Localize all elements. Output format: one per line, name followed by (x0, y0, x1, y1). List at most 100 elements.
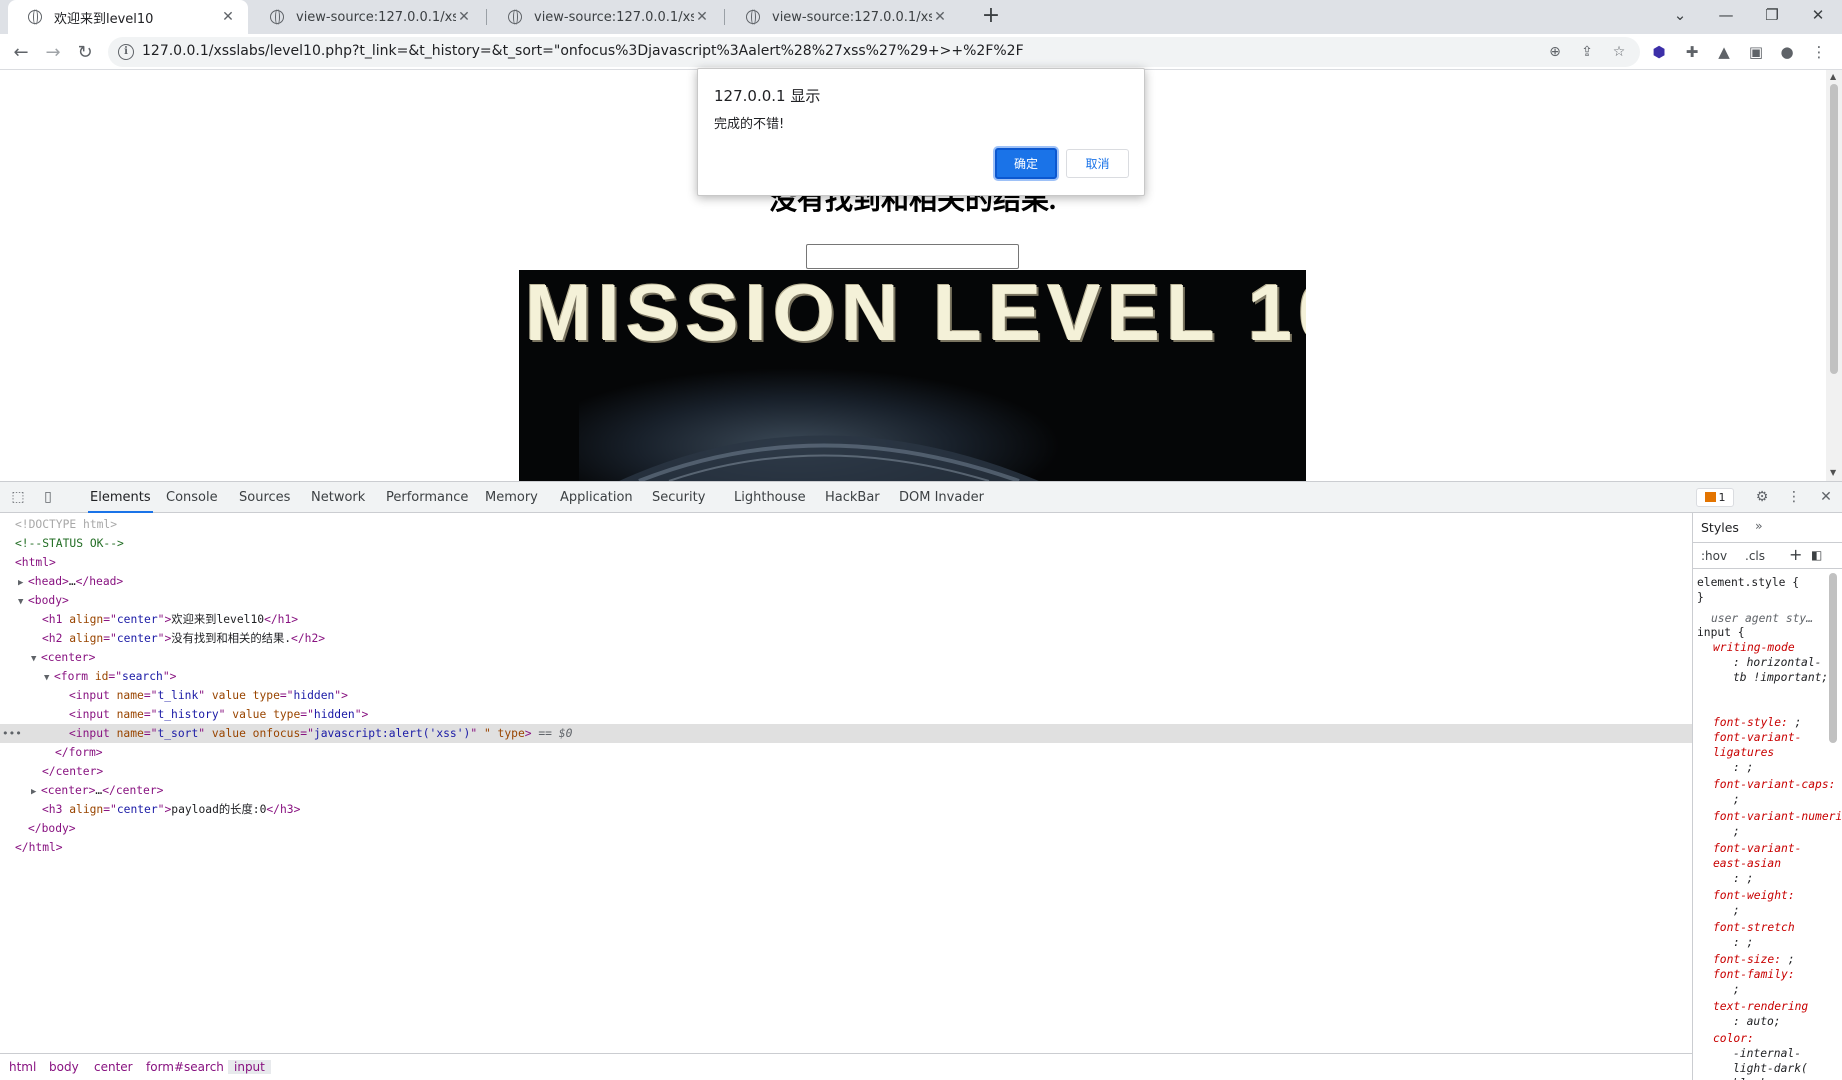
page-scrollbar[interactable]: ▲ ▼ (1826, 70, 1842, 481)
style-prop-value[interactable]: ; (1733, 982, 1740, 997)
search-input[interactable] (806, 244, 1019, 269)
styles-tab[interactable]: Styles (1701, 520, 1739, 535)
scroll-up-arrow-icon[interactable]: ▲ (1830, 72, 1836, 81)
close-tab-icon[interactable]: ✕ (694, 9, 710, 25)
dom-node-html-close[interactable]: </html> (0, 838, 1692, 857)
dom-node-input-t-sort[interactable]: ••• <input name="t_sort" value onfocus="j… (0, 724, 1692, 743)
style-prop-value[interactable]: : ; (1733, 871, 1753, 886)
browser-tab-view-source-1[interactable]: view-source:127.0.0.1/xsslabs/ ✕ (250, 0, 484, 34)
style-prop-name[interactable]: font-size: ; (1713, 952, 1795, 967)
browser-tab-view-source-2[interactable]: view-source:127.0.0.1/xsslabs/ ✕ (488, 0, 722, 34)
dom-node-comment[interactable]: <!--STATUS OK--> (0, 534, 1692, 553)
styles-scrollbar[interactable] (1827, 573, 1839, 1073)
new-tab-plus-icon[interactable]: + (978, 4, 1004, 30)
add-rule-plus-icon[interactable]: + (1789, 545, 1802, 564)
tab-sources[interactable]: Sources (239, 482, 290, 513)
style-prop-name[interactable]: font-style: ; (1713, 715, 1801, 730)
restore-icon[interactable]: ❐ (1749, 0, 1795, 30)
breadcrumb-html[interactable]: html (9, 1060, 36, 1074)
browser-tab-view-source-3[interactable]: view-source:127.0.0.1/xsslabs/ ✕ (726, 0, 960, 34)
dialog-ok-button[interactable]: 确定 (995, 148, 1057, 179)
inspect-element-icon[interactable]: ⬚ (9, 488, 27, 506)
settings-gear-icon[interactable]: ⚙ (1753, 488, 1771, 506)
dom-node-h2[interactable]: <h2 align="center">没有找到和相关的结果.</h2> (0, 629, 1692, 648)
hover-state-toggle[interactable]: :hov (1701, 549, 1727, 563)
toggle-sidebar-icon[interactable]: ◧ (1811, 548, 1822, 562)
dom-node-h3[interactable]: <h3 align="center">payload的长度:0</h3> (0, 800, 1692, 819)
reload-icon[interactable]: ↻ (72, 39, 98, 65)
tab-performance[interactable]: Performance (386, 482, 468, 513)
browser-tab-level10[interactable]: 欢迎来到level10 ✕ (8, 0, 248, 34)
window-close-icon[interactable]: ✕ (1795, 0, 1841, 30)
style-prop-value[interactable]: -internal-light-dark( black, (1733, 1046, 1829, 1080)
extensions-puzzle-icon[interactable]: ✚ (1682, 42, 1702, 62)
style-prop-value[interactable]: ; (1733, 824, 1740, 839)
style-prop-value[interactable]: : ; (1733, 760, 1753, 775)
tab-hackbar[interactable]: HackBar (825, 482, 880, 513)
style-prop-value[interactable]: : ; (1733, 935, 1753, 950)
site-info-icon[interactable]: i (118, 44, 134, 60)
more-dots-icon[interactable]: ••• (2, 724, 22, 743)
tab-dom-invader[interactable]: DOM Invader (899, 482, 984, 513)
dom-node-form[interactable]: ▼ <form id="search"> (0, 667, 1692, 686)
devtools-menu-icon[interactable]: ⋮ (1785, 488, 1803, 506)
dom-node-center-2[interactable]: ▶ <center>…</center> (0, 781, 1692, 800)
extension-hexagon-icon[interactable]: ⬢ (1649, 42, 1669, 62)
breadcrumb-center[interactable]: center (94, 1060, 133, 1074)
side-panel-icon[interactable]: ▣ (1746, 42, 1766, 62)
breadcrumb-input[interactable]: input (228, 1060, 271, 1074)
tab-security[interactable]: Security (652, 482, 705, 513)
dom-node-doctype[interactable]: <!DOCTYPE html> (0, 515, 1692, 534)
tab-lighthouse[interactable]: Lighthouse (734, 482, 806, 513)
forward-arrow-icon[interactable]: → (40, 39, 66, 65)
style-prop-value[interactable]: ; (1733, 792, 1740, 807)
scroll-down-arrow-icon[interactable]: ▼ (1830, 468, 1836, 477)
style-prop-name[interactable]: font-variant-east-asian (1713, 841, 1833, 871)
issues-counter[interactable]: 1 (1696, 488, 1734, 507)
style-prop-name[interactable]: font-variant-ligatures (1713, 730, 1833, 760)
tab-application[interactable]: Application (560, 482, 633, 513)
close-tab-icon[interactable]: ✕ (932, 9, 948, 25)
scroll-thumb[interactable] (1829, 573, 1837, 743)
class-toggle[interactable]: .cls (1745, 549, 1765, 563)
breadcrumb-body[interactable]: body (49, 1060, 79, 1074)
style-prop-name[interactable]: writing-mode (1713, 640, 1795, 655)
device-toolbar-icon[interactable]: ▯ (39, 488, 57, 506)
tab-elements[interactable]: Elements (88, 482, 153, 513)
close-tab-icon[interactable]: ✕ (220, 9, 236, 25)
dom-node-body-close[interactable]: </body> (0, 819, 1692, 838)
style-prop-name[interactable]: font-weight: (1713, 888, 1795, 903)
tab-network[interactable]: Network (311, 482, 365, 513)
devtools-close-icon[interactable]: ✕ (1817, 488, 1835, 506)
minimize-icon[interactable]: — (1703, 0, 1749, 30)
profile-avatar-icon[interactable]: ● (1777, 42, 1797, 62)
dom-node-body[interactable]: ▼ <body> (0, 591, 1692, 610)
tab-memory[interactable]: Memory (485, 482, 538, 513)
dom-node-html[interactable]: <html> (0, 553, 1692, 572)
tab-search-chevron-icon[interactable]: ⌄ (1657, 0, 1703, 30)
address-bar[interactable]: i 127.0.0.1/xsslabs/level10.php?t_link=&… (108, 37, 1640, 67)
style-prop-value[interactable]: : auto; (1733, 1014, 1781, 1029)
chrome-menu-icon[interactable]: ⋮ (1809, 42, 1829, 62)
url-text[interactable]: 127.0.0.1/xsslabs/level10.php?t_link=&t_… (142, 43, 1024, 59)
style-prop-value[interactable]: : horizontal-tb !important; (1733, 655, 1829, 685)
style-prop-name[interactable]: font-variant-numeric: (1713, 809, 1842, 824)
tab-console[interactable]: Console (166, 482, 218, 513)
element-style-selector[interactable]: element.style { (1697, 575, 1799, 590)
dom-node-input-t-link[interactable]: <input name="t_link" value type="hidden"… (0, 686, 1692, 705)
style-prop-name[interactable]: font-family: (1713, 967, 1795, 982)
input-rule-selector[interactable]: input { (1697, 625, 1745, 640)
dialog-cancel-button[interactable]: 取消 (1066, 149, 1129, 178)
close-tab-icon[interactable]: ✕ (456, 9, 472, 25)
dom-node-center-close[interactable]: </center> (0, 762, 1692, 781)
back-arrow-icon[interactable]: ← (8, 39, 34, 65)
style-prop-value[interactable]: ; (1733, 903, 1740, 918)
dom-node-form-close[interactable]: </form> (0, 743, 1692, 762)
dom-node-h1[interactable]: <h1 align="center">欢迎来到level10</h1> (0, 610, 1692, 629)
bookmark-star-icon[interactable]: ☆ (1610, 44, 1628, 60)
style-prop-name[interactable]: color: (1713, 1031, 1754, 1046)
style-prop-name[interactable]: text-rendering (1713, 999, 1808, 1014)
share-icon[interactable]: ⇪ (1578, 44, 1596, 60)
style-prop-name[interactable]: font-variant-caps: (1713, 777, 1835, 792)
dom-node-center[interactable]: ▼ <center> (0, 648, 1692, 667)
